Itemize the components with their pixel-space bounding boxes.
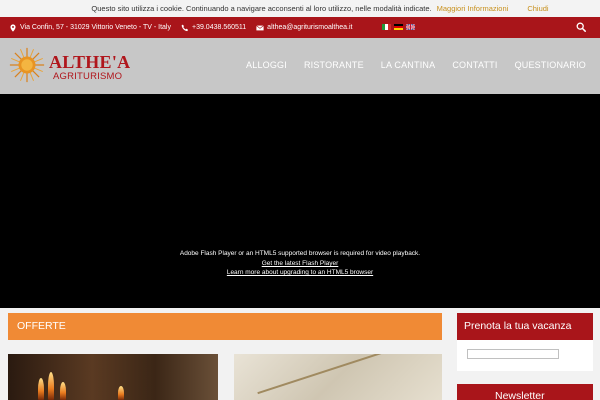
sun-logo-icon: [9, 47, 45, 83]
flash-player-link[interactable]: Get the latest Flash Player: [0, 260, 600, 267]
uk-flag-icon[interactable]: [406, 24, 415, 30]
booking-date-input[interactable]: [467, 349, 559, 359]
envelope-icon: [256, 24, 264, 30]
site-header: ALTHE'A AGRITURISMO ALLOGGI RISTORANTE L…: [0, 38, 600, 94]
cookie-close-button[interactable]: Chiudi: [527, 4, 548, 13]
video-player[interactable]: Adobe Flash Player or an HTML5 supported…: [0, 94, 600, 308]
logo-brand-text: ALTHE'A: [49, 52, 131, 72]
nav-item-alloggi[interactable]: ALLOGGI: [246, 60, 287, 70]
email-info[interactable]: althea@agriturismoalthea.it: [256, 24, 353, 32]
main-nav: ALLOGGI RISTORANTE LA CANTINA CONTATTI Q…: [229, 60, 586, 70]
offers-heading: OFFERTE: [8, 313, 442, 340]
language-switcher: [382, 24, 415, 30]
phone-icon: [181, 24, 189, 31]
nav-item-ristorante[interactable]: RISTORANTE: [304, 60, 364, 70]
booking-widget: Prenota la tua vacanza: [457, 313, 593, 371]
flame-shape: [60, 382, 66, 400]
flame-shape: [48, 372, 54, 400]
offer-image-fireplace[interactable]: [8, 354, 218, 400]
nav-item-questionario[interactable]: QUESTIONARIO: [515, 60, 586, 70]
html5-upgrade-link[interactable]: Learn more about upgrading to an HTML5 b…: [0, 269, 600, 276]
nav-item-contatti[interactable]: CONTATTI: [452, 60, 497, 70]
site-logo[interactable]: ALTHE'A AGRITURISMO: [8, 46, 131, 86]
search-icon[interactable]: [576, 22, 586, 32]
cookie-more-link[interactable]: Maggiori Informazioni: [437, 4, 509, 13]
top-info-bar: Via Confin, 57 - 31029 Vittorio Veneto -…: [0, 17, 600, 38]
video-fallback-message: Adobe Flash Player or an HTML5 supported…: [179, 250, 421, 257]
twine-shape: [257, 354, 401, 395]
phone-info[interactable]: +39.0438.560511: [181, 24, 246, 32]
content-area: OFFERTE Prenota la tua vacanza Newslette…: [0, 308, 600, 400]
map-pin-icon: [10, 23, 16, 32]
cookie-bar: Questo sito utilizza i cookie. Continuan…: [0, 0, 600, 17]
offer-image-gift[interactable]: [234, 354, 442, 400]
logo-subtitle: AGRITURISMO: [53, 71, 123, 82]
italian-flag-icon[interactable]: [382, 24, 391, 30]
flame-shape: [38, 378, 44, 400]
email-text: althea@agriturismoalthea.it: [267, 24, 353, 31]
german-flag-icon[interactable]: [394, 24, 403, 30]
address-text: Via Confin, 57 - 31029 Vittorio Veneto -…: [20, 24, 171, 31]
page: Questo sito utilizza i cookie. Continuan…: [0, 0, 600, 400]
newsletter-heading: Newsletter: [457, 384, 593, 400]
nav-item-la-cantina[interactable]: LA CANTINA: [381, 60, 436, 70]
booking-heading: Prenota la tua vacanza: [457, 313, 593, 340]
phone-text: +39.0438.560511: [191, 24, 247, 31]
cookie-text: Questo sito utilizza i cookie. Continuan…: [91, 4, 432, 13]
address-info: Via Confin, 57 - 31029 Vittorio Veneto -…: [9, 23, 171, 32]
flame-shape: [118, 386, 124, 400]
